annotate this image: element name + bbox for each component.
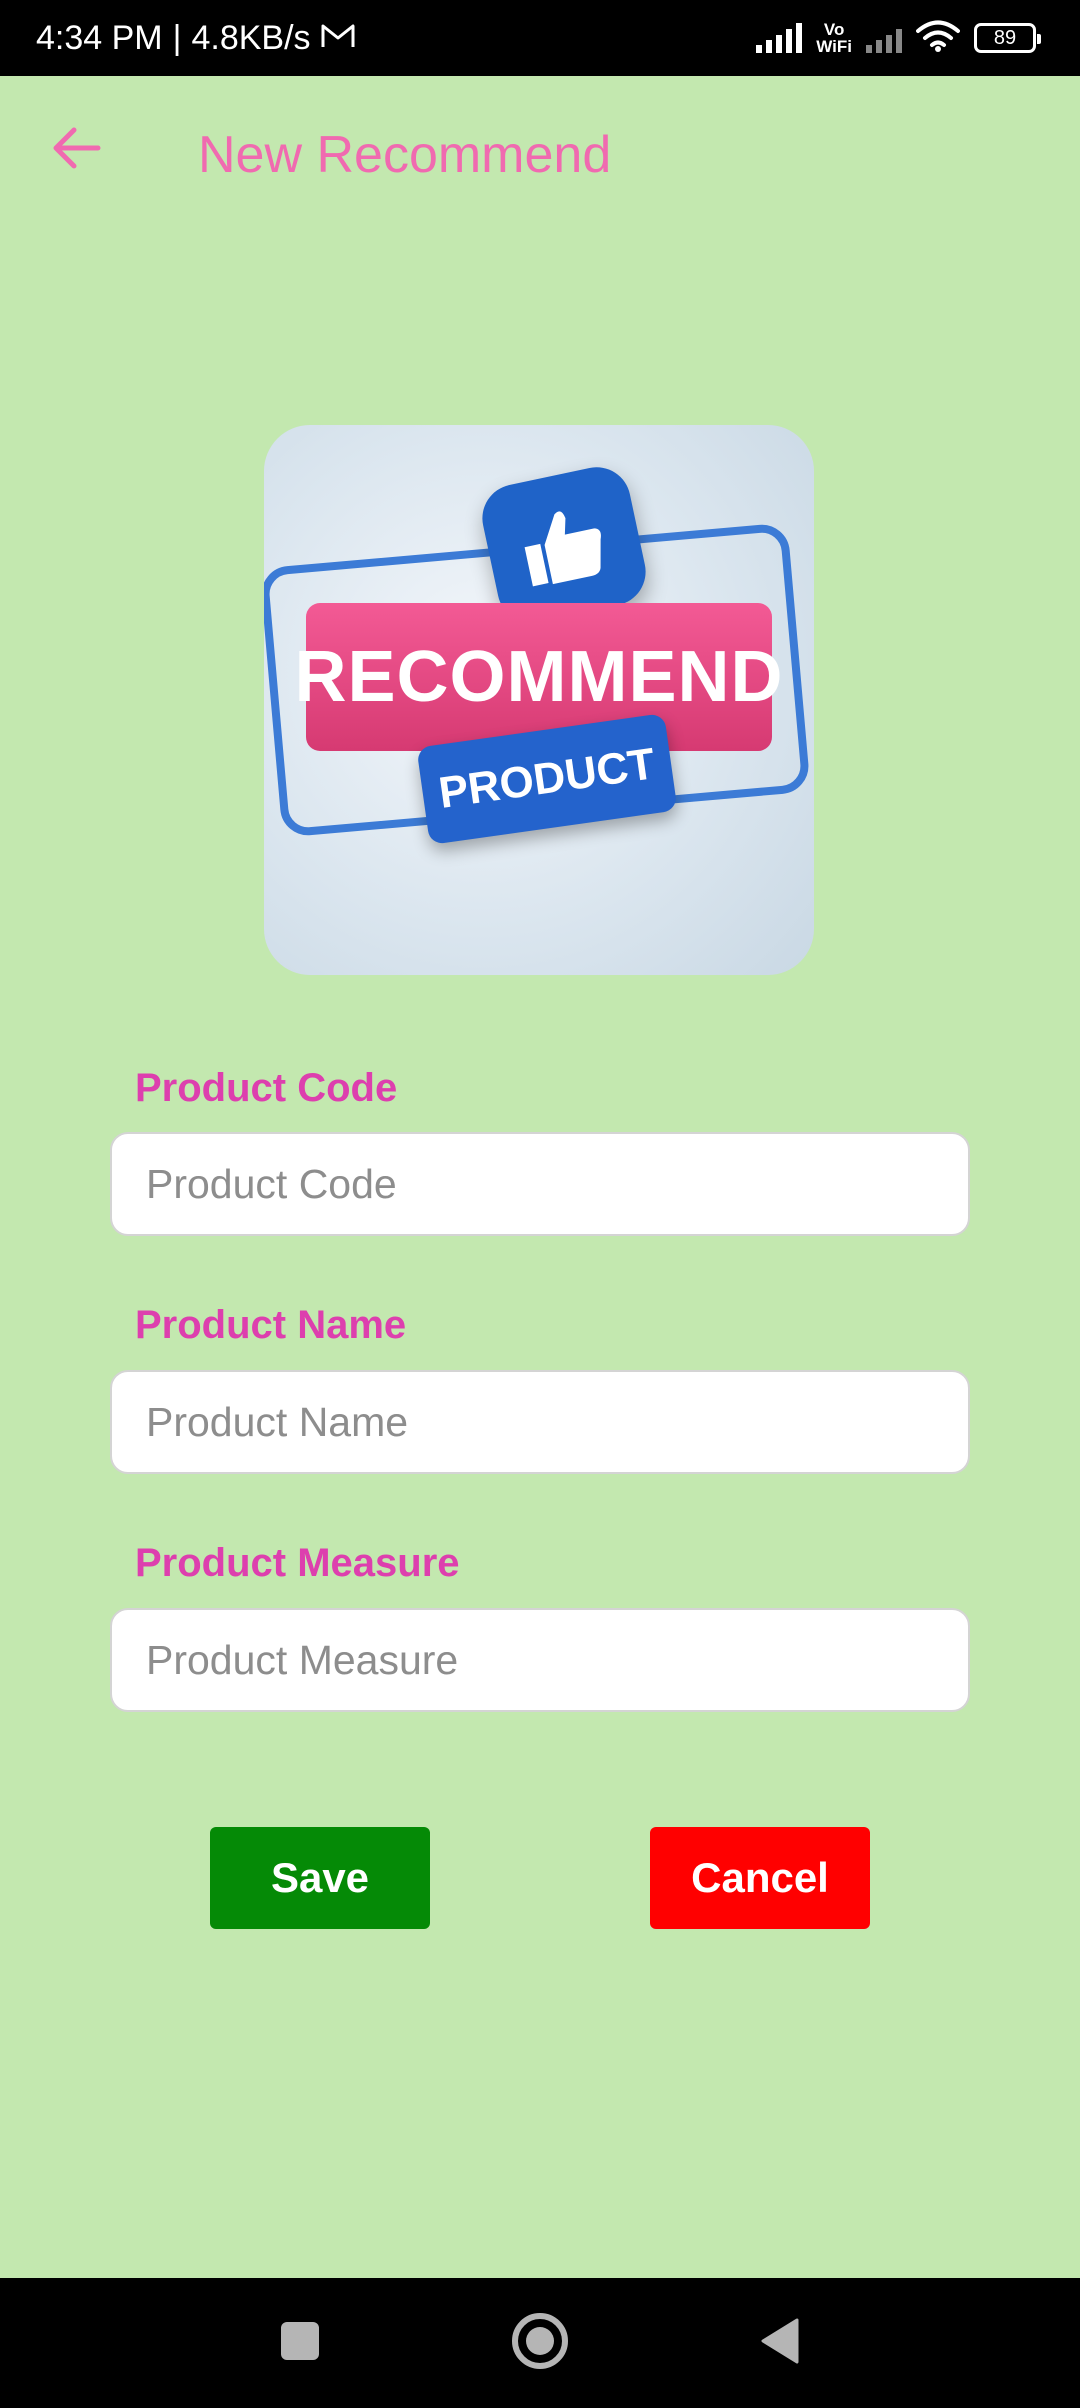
status-left: 4:34 PM | 4.8KB/s [36,0,355,76]
status-right: Vo WiFi 89 [756,0,1041,76]
battery-icon: 89 [974,23,1041,53]
status-speed: 4.8KB/s [191,18,311,57]
recommend-product-image: RECOMMEND PRODUCT [264,425,814,975]
arrow-left-icon [50,126,102,175]
product-name-input[interactable] [110,1370,970,1474]
vowifi-icon: Vo WiFi [816,21,852,55]
wifi-icon [916,20,960,57]
battery-level: 89 [993,26,1017,49]
nav-back-button[interactable] [740,2278,820,2408]
cancel-button[interactable]: Cancel [650,1827,870,1929]
product-code-label: Product Code [135,1066,398,1110]
product-code-input[interactable] [110,1132,970,1236]
page-title: New Recommend [198,126,612,184]
back-button[interactable] [44,118,108,182]
triangle-back-icon [759,2318,801,2369]
signal-2-icon [866,23,902,53]
status-separator: | [172,18,182,57]
mail-icon [321,19,355,58]
product-name-label: Product Name [135,1303,407,1347]
vowifi-bottom: WiFi [816,37,852,56]
nav-home-button[interactable] [500,2278,580,2408]
vowifi-top: Vo [823,20,845,39]
status-bar: 4:34 PM | 4.8KB/s Vo WiFi 89 [0,0,1080,76]
product-measure-label: Product Measure [135,1541,460,1585]
banner-recommend: RECOMMEND [295,603,783,751]
nav-recents-button[interactable] [260,2278,340,2408]
square-icon [279,2320,321,2367]
product-measure-input[interactable] [110,1608,970,1712]
circle-icon [511,2312,569,2375]
signal-icon [756,23,803,53]
save-button[interactable]: Save [210,1827,430,1929]
navigation-bar [0,2278,1080,2408]
status-time: 4:34 PM [36,18,163,57]
